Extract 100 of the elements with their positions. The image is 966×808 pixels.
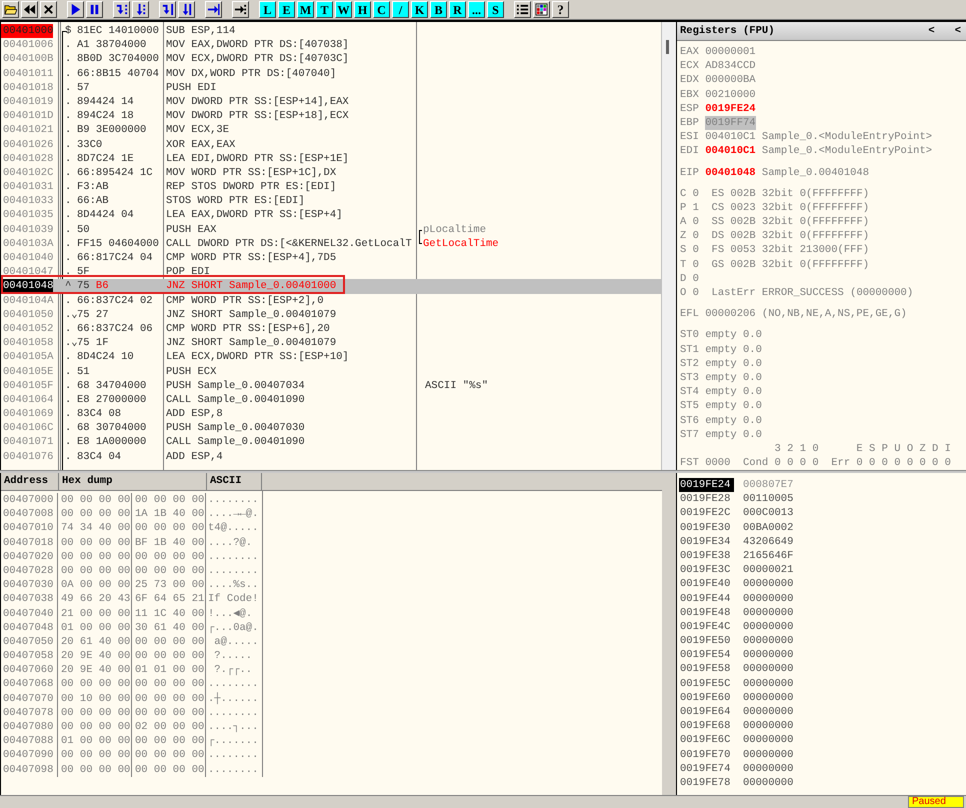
- register-name: ST3: [680, 370, 699, 386]
- toolbar-button[interactable]: W: [335, 1, 352, 18]
- hex-cell: 00 00 00 00: [58, 550, 132, 564]
- address-cell: 00407010: [1, 521, 58, 536]
- value-cell-text: 00BA0002: [742, 520, 794, 535]
- toolbar-button[interactable]: [113, 1, 130, 18]
- toolbar-button[interactable]: C: [373, 1, 390, 18]
- register-value: 00401048: [705, 166, 756, 180]
- hex-cell: 20 9E 40 00: [58, 649, 132, 664]
- instruction-cell-text: SUB ESP,114: [165, 24, 236, 38]
- toolbar-button[interactable]: [159, 1, 176, 18]
- scrollbar[interactable]: [661, 22, 676, 470]
- arrow-button[interactable]: <: [954, 25, 961, 37]
- jump-marker: .: [65, 435, 72, 450]
- ascii-cell-text: ┌...0a@.: [207, 620, 258, 635]
- toolbar-button[interactable]: T: [316, 1, 333, 18]
- toolbar-button[interactable]: [21, 1, 38, 18]
- toolbar-button[interactable]: S: [487, 1, 504, 18]
- instruction-cell-text: XOR EAX,EAX: [165, 138, 236, 152]
- value-cell-text: 00110005: [742, 492, 794, 506]
- arrow-button[interactable]: <: [928, 25, 935, 37]
- toolbar-button[interactable]: K: [411, 1, 428, 18]
- register-value: 0: [692, 186, 699, 201]
- address-cell: 00407008: [1, 507, 58, 522]
- toolbar-button[interactable]: [132, 1, 149, 18]
- hex-cell: 00 00 00 00: [58, 677, 132, 692]
- value-cell-text: 00000000: [742, 606, 794, 620]
- address-cell: 00407038: [1, 592, 58, 606]
- toolbar-button[interactable]: ?: [552, 1, 569, 18]
- toolbar-button[interactable]: [205, 1, 222, 18]
- jump-marker: .: [65, 80, 72, 95]
- toolbar-button[interactable]: [2, 1, 19, 18]
- toolbar-button[interactable]: [178, 1, 195, 18]
- register-comment: DS 002B 32bit 0(FFFFFFFF): [712, 229, 870, 244]
- address-cell-text: 0019FE74: [679, 762, 732, 776]
- hex-cell: 81EC 14010000: [77, 24, 159, 38]
- address-cell: 00407048: [1, 620, 58, 635]
- status-label: Paused: [908, 796, 964, 808]
- jump-marker: .: [65, 38, 72, 52]
- panel-title: Registers (FPU): [680, 25, 776, 37]
- hex-cell: 00 10 00 00: [58, 692, 132, 706]
- register-value: 00000001: [705, 45, 756, 60]
- register-name: EDI: [680, 144, 699, 158]
- hex-cell: 8B0D 3C704000: [77, 52, 159, 67]
- register-comment: Sample_0.<ModuleEntryPoint>: [762, 130, 932, 144]
- toolbar-button[interactable]: H: [354, 1, 371, 18]
- toolbar-button[interactable]: [40, 1, 57, 18]
- toolbar-button[interactable]: [514, 1, 531, 18]
- toolbar-button[interactable]: [232, 1, 249, 18]
- value-cell-text: 00000000: [742, 662, 794, 677]
- bent-arrow-icon: [161, 3, 174, 16]
- register-value: 0019FE24: [705, 102, 756, 116]
- address-cell-text: 0019FE64: [679, 705, 732, 720]
- toolbar-button[interactable]: B: [430, 1, 447, 18]
- toolbar-button[interactable]: ...: [468, 1, 485, 18]
- jump-marker: .: [65, 378, 72, 393]
- hex-cell: 8D7C24 1E: [77, 152, 134, 166]
- address-cell-text: 00401018: [2, 80, 53, 95]
- instruction-cell-text: PUSH EDI: [165, 80, 218, 95]
- instruction-cell-text: CMP WORD PTR SS:[ESP+4],7D5: [165, 251, 338, 266]
- address-cell-text: 00401028: [2, 152, 53, 166]
- address-cell: 00407098: [1, 762, 58, 777]
- column-header[interactable]: ASCII: [207, 473, 262, 490]
- hex-cell: 00 00 00 00: [132, 564, 206, 578]
- address-cell-text: 0019FE44: [679, 592, 732, 606]
- instruction-cell-text: MOV ECX,3E: [165, 123, 230, 138]
- hex-cell: A1 38704000: [77, 38, 146, 52]
- column-header[interactable]: Address: [1, 473, 59, 490]
- jump-marker: .: [65, 123, 72, 138]
- address-cell-text: 0019FE3C: [679, 563, 732, 578]
- toolbar-button[interactable]: [86, 1, 103, 18]
- toolbar-button[interactable]: M: [297, 1, 314, 18]
- hex-cell: 00 00 00 00: [58, 493, 132, 508]
- address-cell-text: 00401033: [2, 194, 53, 208]
- return-arrow-icon: [207, 3, 220, 16]
- instruction-cell-text: MOV DWORD PTR SS:[ESP+14],EAX: [165, 94, 350, 110]
- toolbar-button[interactable]: [67, 1, 84, 18]
- toolbar-button[interactable]: [533, 1, 550, 18]
- toolbar-button[interactable]: /: [392, 1, 409, 18]
- hex-cell: 66:837C24 06: [77, 322, 153, 336]
- hex-cell: FF15 04604000: [77, 236, 159, 251]
- register-comment: SS 002B 32bit 0(FFFFFFFF): [712, 215, 870, 230]
- hex-cell: 00 00 00 00: [132, 493, 206, 508]
- rewind-icon: [23, 3, 36, 16]
- register-name: S: [680, 243, 686, 258]
- jump-marker: .: [65, 236, 72, 251]
- value-cell-text: 00000000: [742, 748, 794, 762]
- hex-cell: 8D4C24 10: [77, 350, 134, 364]
- address-cell-text: 00401035: [2, 208, 53, 222]
- address-cell-text: 00401050: [2, 308, 53, 322]
- toolbar-button[interactable]: R: [449, 1, 466, 18]
- toolbar-button[interactable]: E: [278, 1, 295, 18]
- column-header[interactable]: Hex dump: [59, 473, 207, 490]
- ascii-cell-text: !...◀@.: [207, 606, 252, 621]
- address-cell-text: 0040105F: [2, 378, 53, 393]
- hex-cell: 49 66 20 43: [58, 592, 132, 606]
- hex-cell: 68 30704000: [77, 421, 146, 436]
- register-name: P: [680, 200, 686, 216]
- address-cell-text: 0019FE2C: [679, 506, 732, 521]
- toolbar-button[interactable]: L: [259, 1, 276, 18]
